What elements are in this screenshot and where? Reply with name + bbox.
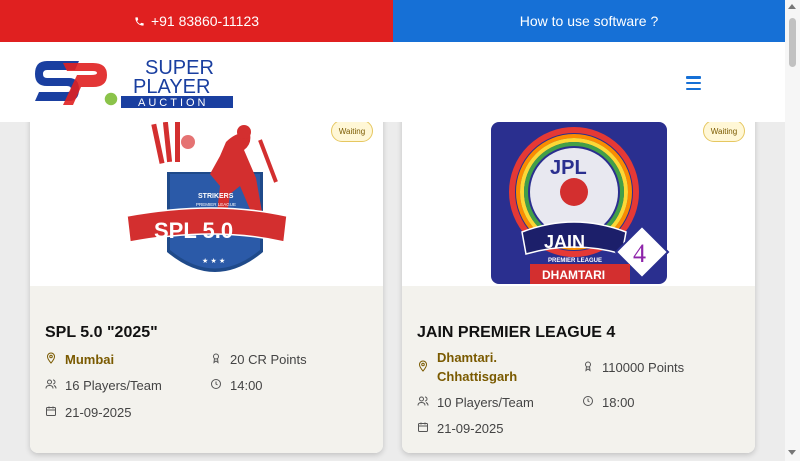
card-info: SPL 5.0 "2025" Mumbai 20 CR Points 16 Pl… (30, 286, 383, 453)
players-row: 10 Players/Team (417, 393, 534, 412)
spl-logo-sub2: PREMIER LEAGUE (196, 202, 236, 207)
award-icon (585, 361, 591, 372)
spl-logo-stars: ★ ★ ★ (202, 257, 225, 265)
how-to-use-link[interactable]: How to use software ? (393, 0, 785, 42)
date-label: 21-09-2025 (437, 421, 504, 436)
location-label: Mumbai (65, 352, 115, 367)
points-label: 20 CR Points (230, 352, 307, 367)
location-row: Mumbai (45, 350, 114, 369)
time-row: 18:00 (582, 393, 635, 412)
players-row: 16 Players/Team (45, 376, 162, 395)
spl-logo-sub: STRIKERS (198, 193, 234, 200)
time-row: 14:00 (210, 376, 263, 395)
time-label: 14:00 (230, 378, 263, 393)
phone-number: +91 83860-11123 (150, 13, 260, 29)
jpl-logo: JPL JAIN PREMIER LEAGUE 4 DHAMTARI (491, 122, 670, 284)
menu-toggle-button[interactable] (686, 76, 701, 90)
auction-title: SPL 5.0 "2025" (45, 324, 158, 341)
logo-text-auction: AUCTION (138, 97, 209, 109)
points-row: 110000 Points (582, 358, 684, 377)
players-label: 10 Players/Team (437, 395, 534, 410)
jpl-logo-sub: JAIN (544, 232, 585, 252)
status-badge: Waiting (331, 122, 373, 142)
auction-card[interactable]: STRIKERS PREMIER LEAGUE SPL 5.0 ★ ★ ★ Wa… (30, 122, 383, 453)
location-row: Dhamtari. Chhattisgarh (417, 348, 517, 386)
menu-bar (686, 76, 701, 79)
players-label: 16 Players/Team (65, 378, 162, 393)
scroll-down-arrow[interactable] (788, 450, 796, 455)
points-label: 110000 Points (602, 360, 685, 375)
jpl-logo-sub2: PREMIER LEAGUE (548, 258, 602, 264)
location-label: Dhamtari. Chhattisgarh (437, 348, 517, 386)
jpl-logo-main: JPL (550, 157, 587, 179)
auction-card[interactable]: JPL JAIN PREMIER LEAGUE 4 DHAMTARI Waiti… (402, 122, 755, 453)
date-row: 21-09-2025 (45, 403, 132, 422)
spl-logo-main: SPL 5.0 (154, 218, 233, 243)
time-label: 18:00 (602, 395, 635, 410)
scrollbar-thumb[interactable] (789, 18, 796, 67)
points-row: 20 CR Points (210, 350, 307, 369)
phone-link[interactable]: +91 83860-11123 (0, 0, 393, 42)
jpl-logo-number: 4 (633, 239, 646, 268)
how-to-use-label: How to use software ? (519, 13, 659, 29)
location-line-2: Chhattisgarh (437, 369, 518, 384)
users-icon (417, 396, 429, 406)
card-image-area: STRIKERS PREMIER LEAGUE SPL 5.0 ★ ★ ★ Wa… (30, 122, 383, 286)
location-line-1: Dhamtari. (437, 350, 497, 365)
phone-icon (135, 16, 144, 26)
auction-list: STRIKERS PREMIER LEAGUE SPL 5.0 ★ ★ ★ Wa… (0, 122, 785, 461)
location-pin-icon (418, 360, 428, 372)
location-pin-icon (46, 352, 56, 364)
award-icon (213, 353, 219, 364)
top-bar: +91 83860-11123 How to use software ? (0, 0, 785, 42)
site-header: SUPER PLAYER AUCTION (0, 42, 785, 122)
menu-bar (686, 81, 701, 85)
menu-bar (686, 87, 701, 90)
users-icon (45, 379, 57, 389)
calendar-icon (46, 406, 56, 416)
card-image-area: JPL JAIN PREMIER LEAGUE 4 DHAMTARI Waiti… (402, 122, 755, 286)
logo-text-player: PLAYER (133, 76, 210, 98)
spl-logo: STRIKERS PREMIER LEAGUE SPL 5.0 ★ ★ ★ (126, 122, 288, 272)
calendar-icon (418, 422, 428, 432)
clock-icon (583, 396, 593, 406)
jpl-logo-city: DHAMTARI (542, 268, 605, 282)
page-scrollbar[interactable] (785, 0, 800, 461)
scroll-up-arrow[interactable] (788, 4, 796, 9)
auction-title: JAIN PREMIER LEAGUE 4 (417, 324, 616, 341)
card-info: JAIN PREMIER LEAGUE 4 Dhamtari. Chhattisg… (402, 286, 755, 453)
status-badge: Waiting (703, 122, 745, 142)
clock-icon (211, 379, 221, 389)
super-player-auction-logo[interactable]: SUPER PLAYER AUCTION (33, 53, 235, 109)
date-row: 21-09-2025 (417, 419, 504, 438)
date-label: 21-09-2025 (65, 405, 132, 420)
